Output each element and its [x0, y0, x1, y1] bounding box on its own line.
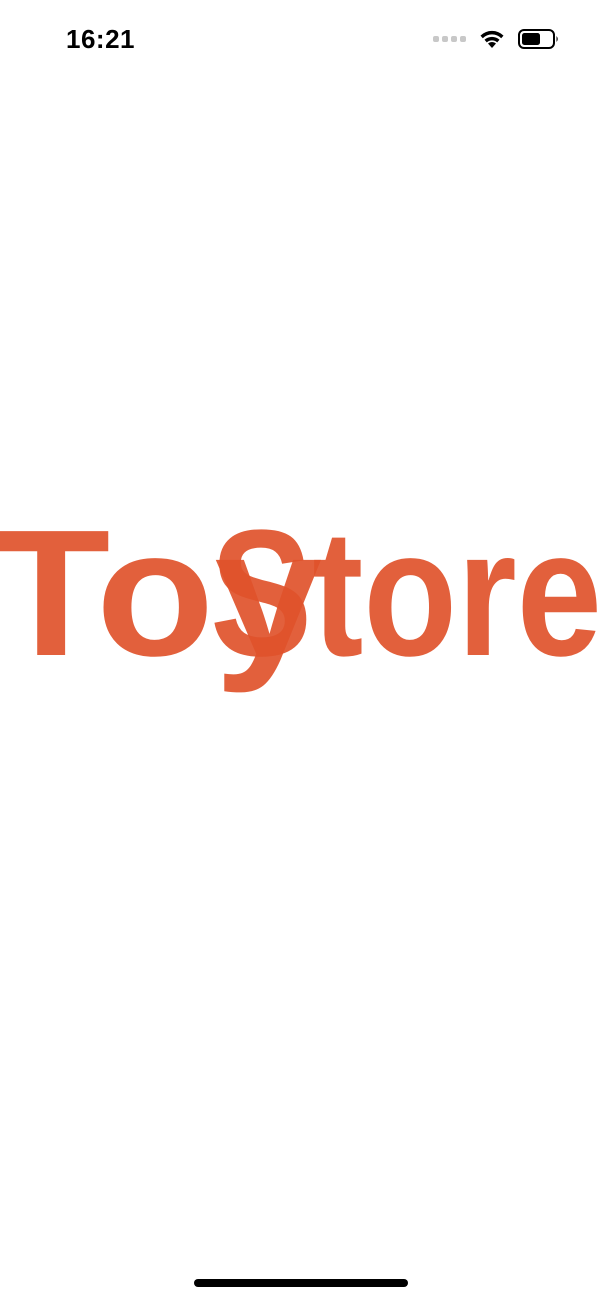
toystore-logo: Toy Store — [0, 500, 600, 694]
splash-screen: 16:21 Toy Store — [0, 0, 600, 1300]
battery-icon — [518, 28, 560, 50]
signal-icon — [433, 36, 466, 42]
home-indicator[interactable] — [194, 1279, 408, 1287]
status-time: 16:21 — [66, 24, 135, 54]
logo-text-store: Store — [210, 500, 600, 694]
wifi-icon — [478, 28, 506, 50]
status-bar: 16:21 — [0, 0, 600, 80]
status-icons — [433, 28, 560, 50]
